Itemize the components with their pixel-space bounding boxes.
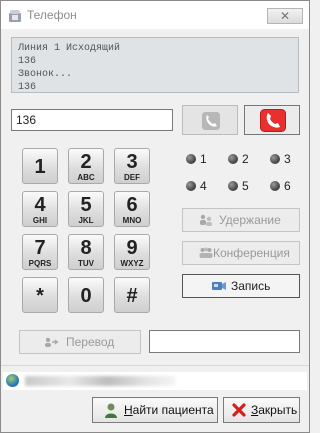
led-icon [186,154,196,164]
key-3[interactable]: 3 DEF [114,148,150,184]
hold-button[interactable]: Удержание [182,208,300,232]
transfer-number-input[interactable] [149,330,300,353]
key-0[interactable]: 0 [68,277,104,313]
find-patient-label: Найти пациента [124,403,214,417]
phone-window: Телефон ✕ Линия 1 Исходящий 136 Звонок..… [0,0,310,433]
transfer-button[interactable]: Перевод [19,330,141,354]
key-4[interactable]: 4 GHI [22,191,58,227]
hold-label: Удержание [219,213,281,227]
conference-label: Конференция [213,246,290,260]
key-digit: 9 [126,237,138,259]
line-number: 3 [284,152,291,166]
key-8[interactable]: 8 TUV [68,234,104,270]
key-6[interactable]: 6 MNO [114,191,150,227]
log-line: 136 [18,82,37,93]
log-line: 136 [18,56,37,67]
call-button[interactable] [182,105,238,135]
recorder-icon [212,282,226,290]
people-conference-icon [199,247,213,258]
line-number: 6 [284,179,291,193]
red-x-icon [232,403,246,417]
led-icon [228,154,238,164]
key-digit: 1 [34,156,46,178]
key-letters: GHI [32,216,48,225]
key-letters: MNO [122,216,142,225]
line-indicator-1[interactable]: 1 [182,150,210,168]
key-2[interactable]: 2 ABC [68,148,104,184]
close-button[interactable]: Закрыть [223,397,300,423]
key-7[interactable]: 7 PQRS [22,234,58,270]
window-title: Телефон [27,8,77,22]
close-label: Закрыть [251,403,298,417]
key-5[interactable]: 5 JKL [68,191,104,227]
status-text-redacted [25,376,175,386]
dial-number-input[interactable]: 136 [11,109,173,131]
globe-icon [6,374,19,387]
line-number: 1 [200,152,207,166]
person-icon [105,403,117,418]
transfer-icon [45,337,59,347]
key-1[interactable]: 1 [22,148,58,184]
line-number: 5 [242,179,249,193]
key-letters: TUV [78,259,94,268]
key-9[interactable]: 9 WXYZ [114,234,150,270]
key-letters: JKL [78,216,94,225]
phone-icon [202,112,220,130]
line-indicator-2[interactable]: 2 [224,150,252,168]
title-bar: Телефон ✕ [1,1,309,29]
key-digit: # [126,285,138,307]
key-digit: * [36,285,44,307]
call-log: Линия 1 Исходящий 136 Звонок... 136 [11,37,299,93]
conference-button[interactable]: Конференция [182,241,300,265]
key-letters: ABC [77,173,95,182]
key-letters: PQRS [28,259,52,268]
line-indicator-5[interactable]: 5 [224,177,252,195]
line-indicator-3[interactable]: 3 [266,150,294,168]
key-digit: 6 [126,194,138,216]
key-letters: DEF [124,173,140,182]
key-star[interactable]: * [22,277,58,313]
status-bar [3,372,307,390]
hangup-button[interactable] [244,105,300,135]
key-hash[interactable]: # [114,277,150,313]
key-digit: 5 [80,194,92,216]
window-close-button[interactable]: ✕ [267,8,303,24]
key-digit: 7 [34,237,46,259]
record-label: Запись [231,279,271,293]
log-line: Линия 1 Исходящий [18,43,121,54]
key-digit: 2 [80,151,92,173]
line-indicator-4[interactable]: 4 [182,177,210,195]
log-line: Звонок... [18,69,73,80]
line-number: 4 [200,179,207,193]
key-digit: 3 [126,151,138,173]
line-number: 2 [242,152,249,166]
line-indicator-6[interactable]: 6 [266,177,294,195]
key-digit: 4 [34,194,46,216]
led-icon [228,181,238,191]
transfer-label: Перевод [66,335,115,349]
find-patient-button[interactable]: Найти пациента [92,397,218,423]
key-digit: 0 [80,285,92,307]
divider [1,365,309,366]
hangup-phone-icon [260,109,286,132]
key-digit: 8 [80,237,92,259]
people-hold-icon [200,214,212,226]
led-icon [270,154,280,164]
led-icon [186,181,196,191]
record-button[interactable]: Запись [182,274,300,298]
led-icon [270,181,280,191]
phone-app-icon [9,10,21,22]
key-letters: WXYZ [120,259,144,268]
